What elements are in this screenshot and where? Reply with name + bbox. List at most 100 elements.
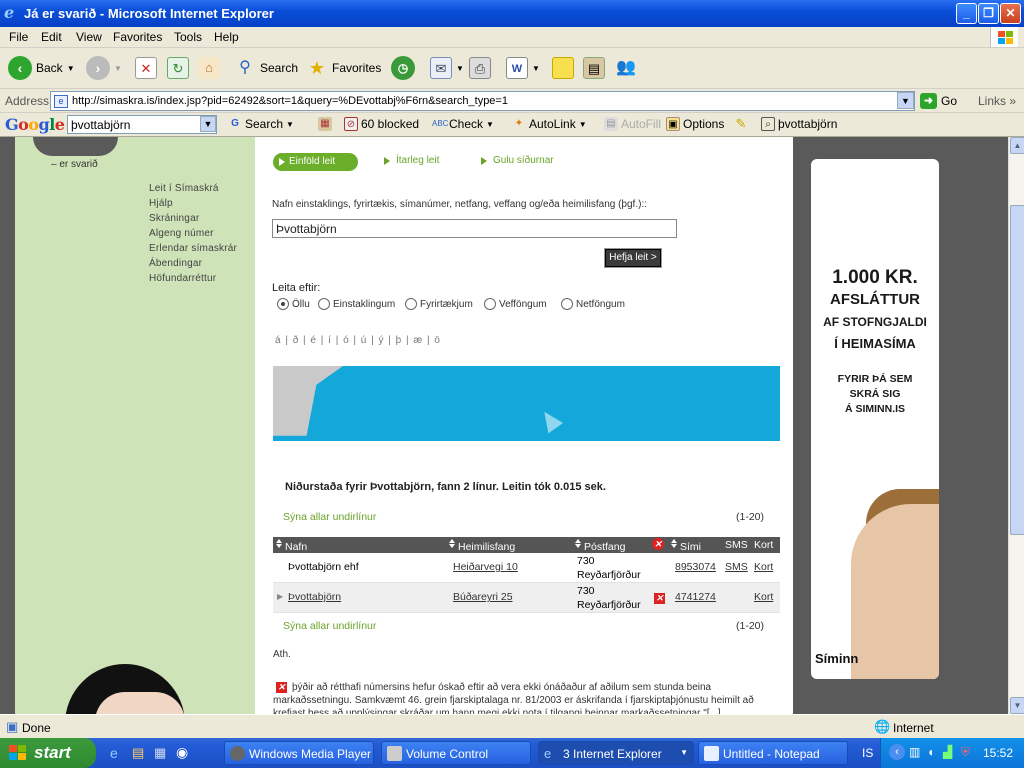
speaker-icon[interactable]: ◖ bbox=[927, 745, 934, 759]
row-address-link[interactable]: Heiðarvegi 10 bbox=[453, 561, 518, 573]
tab-gulu-sidurnar[interactable]: Gulu síðurnar bbox=[481, 155, 554, 166]
col-name[interactable]: Nafn bbox=[276, 539, 307, 553]
tab-itarleg-leit[interactable]: Ítarleg leit bbox=[383, 155, 439, 166]
home-button[interactable]: ⌂ bbox=[198, 53, 220, 83]
task-internet-explorer[interactable]: e 3 Internet Explorer ▼ bbox=[538, 741, 694, 765]
forward-dropdown-icon[interactable]: ▼ bbox=[114, 64, 122, 73]
history-button[interactable]: ◷ bbox=[391, 53, 415, 83]
show-all-sublines-link[interactable]: Sýna allar undirlínur bbox=[283, 511, 376, 523]
nav-item-hjalp[interactable]: Hjálp bbox=[149, 198, 237, 213]
edit-button[interactable]: W ▼ bbox=[506, 53, 540, 83]
quicklaunch-ie-icon[interactable]: e bbox=[110, 745, 118, 761]
mail-dropdown-icon[interactable]: ▼ bbox=[456, 64, 464, 73]
quicklaunch-show-desktop-icon[interactable]: ▤ bbox=[132, 745, 144, 761]
back-dropdown-icon[interactable]: ▼ bbox=[67, 64, 75, 73]
nav-item-erlendar[interactable]: Erlendar símaskrár bbox=[149, 243, 237, 258]
nav-item-hofundarrettur[interactable]: Höfundarréttur bbox=[149, 273, 237, 288]
messenger-button[interactable]: 👥 bbox=[615, 53, 637, 83]
signal-icon[interactable]: ▟ bbox=[943, 745, 952, 759]
title-bar[interactable]: e Já er svarið - Microsoft Internet Expl… bbox=[0, 0, 1024, 27]
row-map-link[interactable]: Kort bbox=[754, 591, 773, 603]
maximize-button[interactable]: ❐ bbox=[978, 3, 999, 24]
nav-item-skraningar[interactable]: Skráningar bbox=[149, 213, 237, 228]
menu-edit[interactable]: Edit bbox=[41, 30, 62, 44]
menu-view[interactable]: View bbox=[76, 30, 102, 44]
scroll-down-button[interactable]: ▼ bbox=[1010, 697, 1024, 714]
highlight-button[interactable]: ✎ bbox=[734, 117, 748, 131]
menu-favorites[interactable]: Favorites bbox=[113, 30, 162, 44]
stop-button[interactable]: ✕ bbox=[135, 53, 157, 83]
special-characters[interactable]: á | ð | é | í | ó | ú | ý | þ | æ | ö bbox=[275, 335, 441, 346]
security-shield-icon[interactable]: ⛨ bbox=[961, 745, 970, 760]
start-search-button[interactable]: Hefja leit > bbox=[604, 248, 662, 268]
radio-ollu[interactable]: Öllu bbox=[277, 298, 310, 310]
task-windows-media-player[interactable]: Windows Media Player bbox=[224, 741, 374, 765]
address-dropdown-button[interactable]: ▼ bbox=[897, 92, 914, 109]
close-button[interactable]: ✕ bbox=[1000, 3, 1021, 24]
search-button[interactable]: ⚲ Search bbox=[234, 53, 298, 83]
col-phone[interactable]: Sími bbox=[671, 539, 701, 553]
tray-expand-icon[interactable]: ‹ bbox=[889, 744, 905, 760]
back-button[interactable]: ‹ Back ▼ bbox=[8, 53, 75, 83]
address-input[interactable]: e http://simaskra.is/index.jsp?pid=62492… bbox=[50, 91, 915, 111]
refresh-button[interactable]: ↻ bbox=[167, 53, 189, 83]
edit-dropdown-icon[interactable]: ▼ bbox=[532, 64, 540, 73]
col-address[interactable]: Heimilisfang (þgf.) bbox=[449, 539, 515, 565]
nav-item-leit[interactable]: Leit í Símaskrá bbox=[149, 183, 237, 198]
mail-button[interactable]: ✉ ▼ bbox=[430, 53, 464, 83]
ad-banner[interactable] bbox=[273, 366, 780, 441]
research-button[interactable]: ▤ bbox=[583, 53, 605, 83]
spell-check-button[interactable]: ABC Check ▼ bbox=[432, 117, 494, 131]
start-button[interactable]: start bbox=[0, 738, 96, 768]
quicklaunch-explorer-icon[interactable]: ▦ bbox=[154, 745, 166, 761]
tab-einfold-leit[interactable]: Einföld leit bbox=[273, 153, 358, 171]
network-icon[interactable]: ▥ bbox=[909, 745, 920, 759]
radio-fyrirtaekjum[interactable]: Fyrirtækjum bbox=[405, 298, 473, 310]
search-input[interactable]: Þvottabjörn bbox=[272, 219, 677, 238]
quicklaunch-media-player-icon[interactable]: ◉ bbox=[176, 744, 188, 761]
links-button[interactable]: Links » bbox=[978, 94, 1016, 108]
go-button[interactable]: ➜ Go bbox=[920, 93, 957, 109]
menu-tools[interactable]: Tools bbox=[174, 30, 202, 44]
show-all-sublines-link-bottom[interactable]: Sýna allar undirlínur bbox=[283, 620, 376, 632]
popup-blocker-button[interactable]: ⊘ 60 blocked bbox=[344, 117, 419, 131]
google-news-button[interactable]: ▦ bbox=[318, 117, 332, 131]
google-search-dropdown[interactable]: ▼ bbox=[200, 116, 216, 132]
task-notepad[interactable]: Untitled - Notepad bbox=[698, 741, 848, 765]
scroll-up-button[interactable]: ▲ bbox=[1010, 137, 1024, 154]
menu-bar: File Edit View Favorites Tools Help bbox=[0, 27, 1024, 48]
nav-item-algeng-numer[interactable]: Algeng númer bbox=[149, 228, 237, 243]
google-search-button[interactable]: G Search ▼ bbox=[228, 117, 294, 131]
row-sms-link[interactable]: SMS bbox=[725, 561, 748, 573]
nav-item-abendingar[interactable]: Ábendingar bbox=[149, 258, 237, 273]
row-map-link[interactable]: Kort bbox=[754, 561, 773, 573]
row-name-link[interactable]: Þvottabjörn bbox=[288, 591, 341, 603]
radio-einstaklingum[interactable]: Einstaklingum bbox=[318, 298, 395, 310]
minimize-button[interactable]: _ bbox=[956, 3, 977, 24]
menu-file[interactable]: File bbox=[9, 30, 28, 44]
site-logo[interactable] bbox=[33, 137, 118, 156]
radio-netfongum[interactable]: Netföngum bbox=[561, 298, 625, 310]
vertical-scrollbar[interactable]: ▲ ▼ bbox=[1008, 137, 1024, 714]
siminn-ad[interactable]: 1.000 KR. AFSLÁTTUR AF STOFNGJALDI Í HEI… bbox=[811, 159, 939, 679]
task-volume-control[interactable]: Volume Control bbox=[381, 741, 531, 765]
discuss-button[interactable] bbox=[552, 53, 574, 83]
options-button[interactable]: ▣ Options bbox=[666, 117, 724, 131]
row-phone-link[interactable]: 8953074 bbox=[675, 561, 716, 573]
google-logo[interactable]: Google ▼ bbox=[5, 115, 73, 134]
menu-help[interactable]: Help bbox=[214, 30, 239, 44]
clock[interactable]: 15:52 bbox=[983, 746, 1013, 760]
forward-button[interactable]: › ▼ bbox=[86, 53, 122, 83]
expand-row-icon[interactable]: ▶ bbox=[277, 592, 283, 601]
radio-veffongum[interactable]: Vefföngum bbox=[484, 298, 547, 310]
google-search-input[interactable]: þvottabjörn bbox=[67, 115, 217, 134]
autolink-button[interactable]: ✦ AutoLink ▼ bbox=[512, 117, 587, 131]
favorites-button[interactable]: ★ Favorites bbox=[306, 53, 381, 83]
col-postal[interactable]: Póstfang bbox=[575, 539, 625, 553]
language-indicator[interactable]: IS bbox=[862, 746, 873, 760]
row-phone-link[interactable]: 4741274 bbox=[675, 591, 716, 603]
row-address-link[interactable]: Búðareyri 25 bbox=[453, 591, 513, 603]
print-button[interactable]: ⎙ bbox=[469, 53, 491, 83]
search-term-button[interactable]: ⌕ þvottabjörn bbox=[761, 117, 837, 131]
scroll-thumb[interactable] bbox=[1010, 205, 1024, 535]
